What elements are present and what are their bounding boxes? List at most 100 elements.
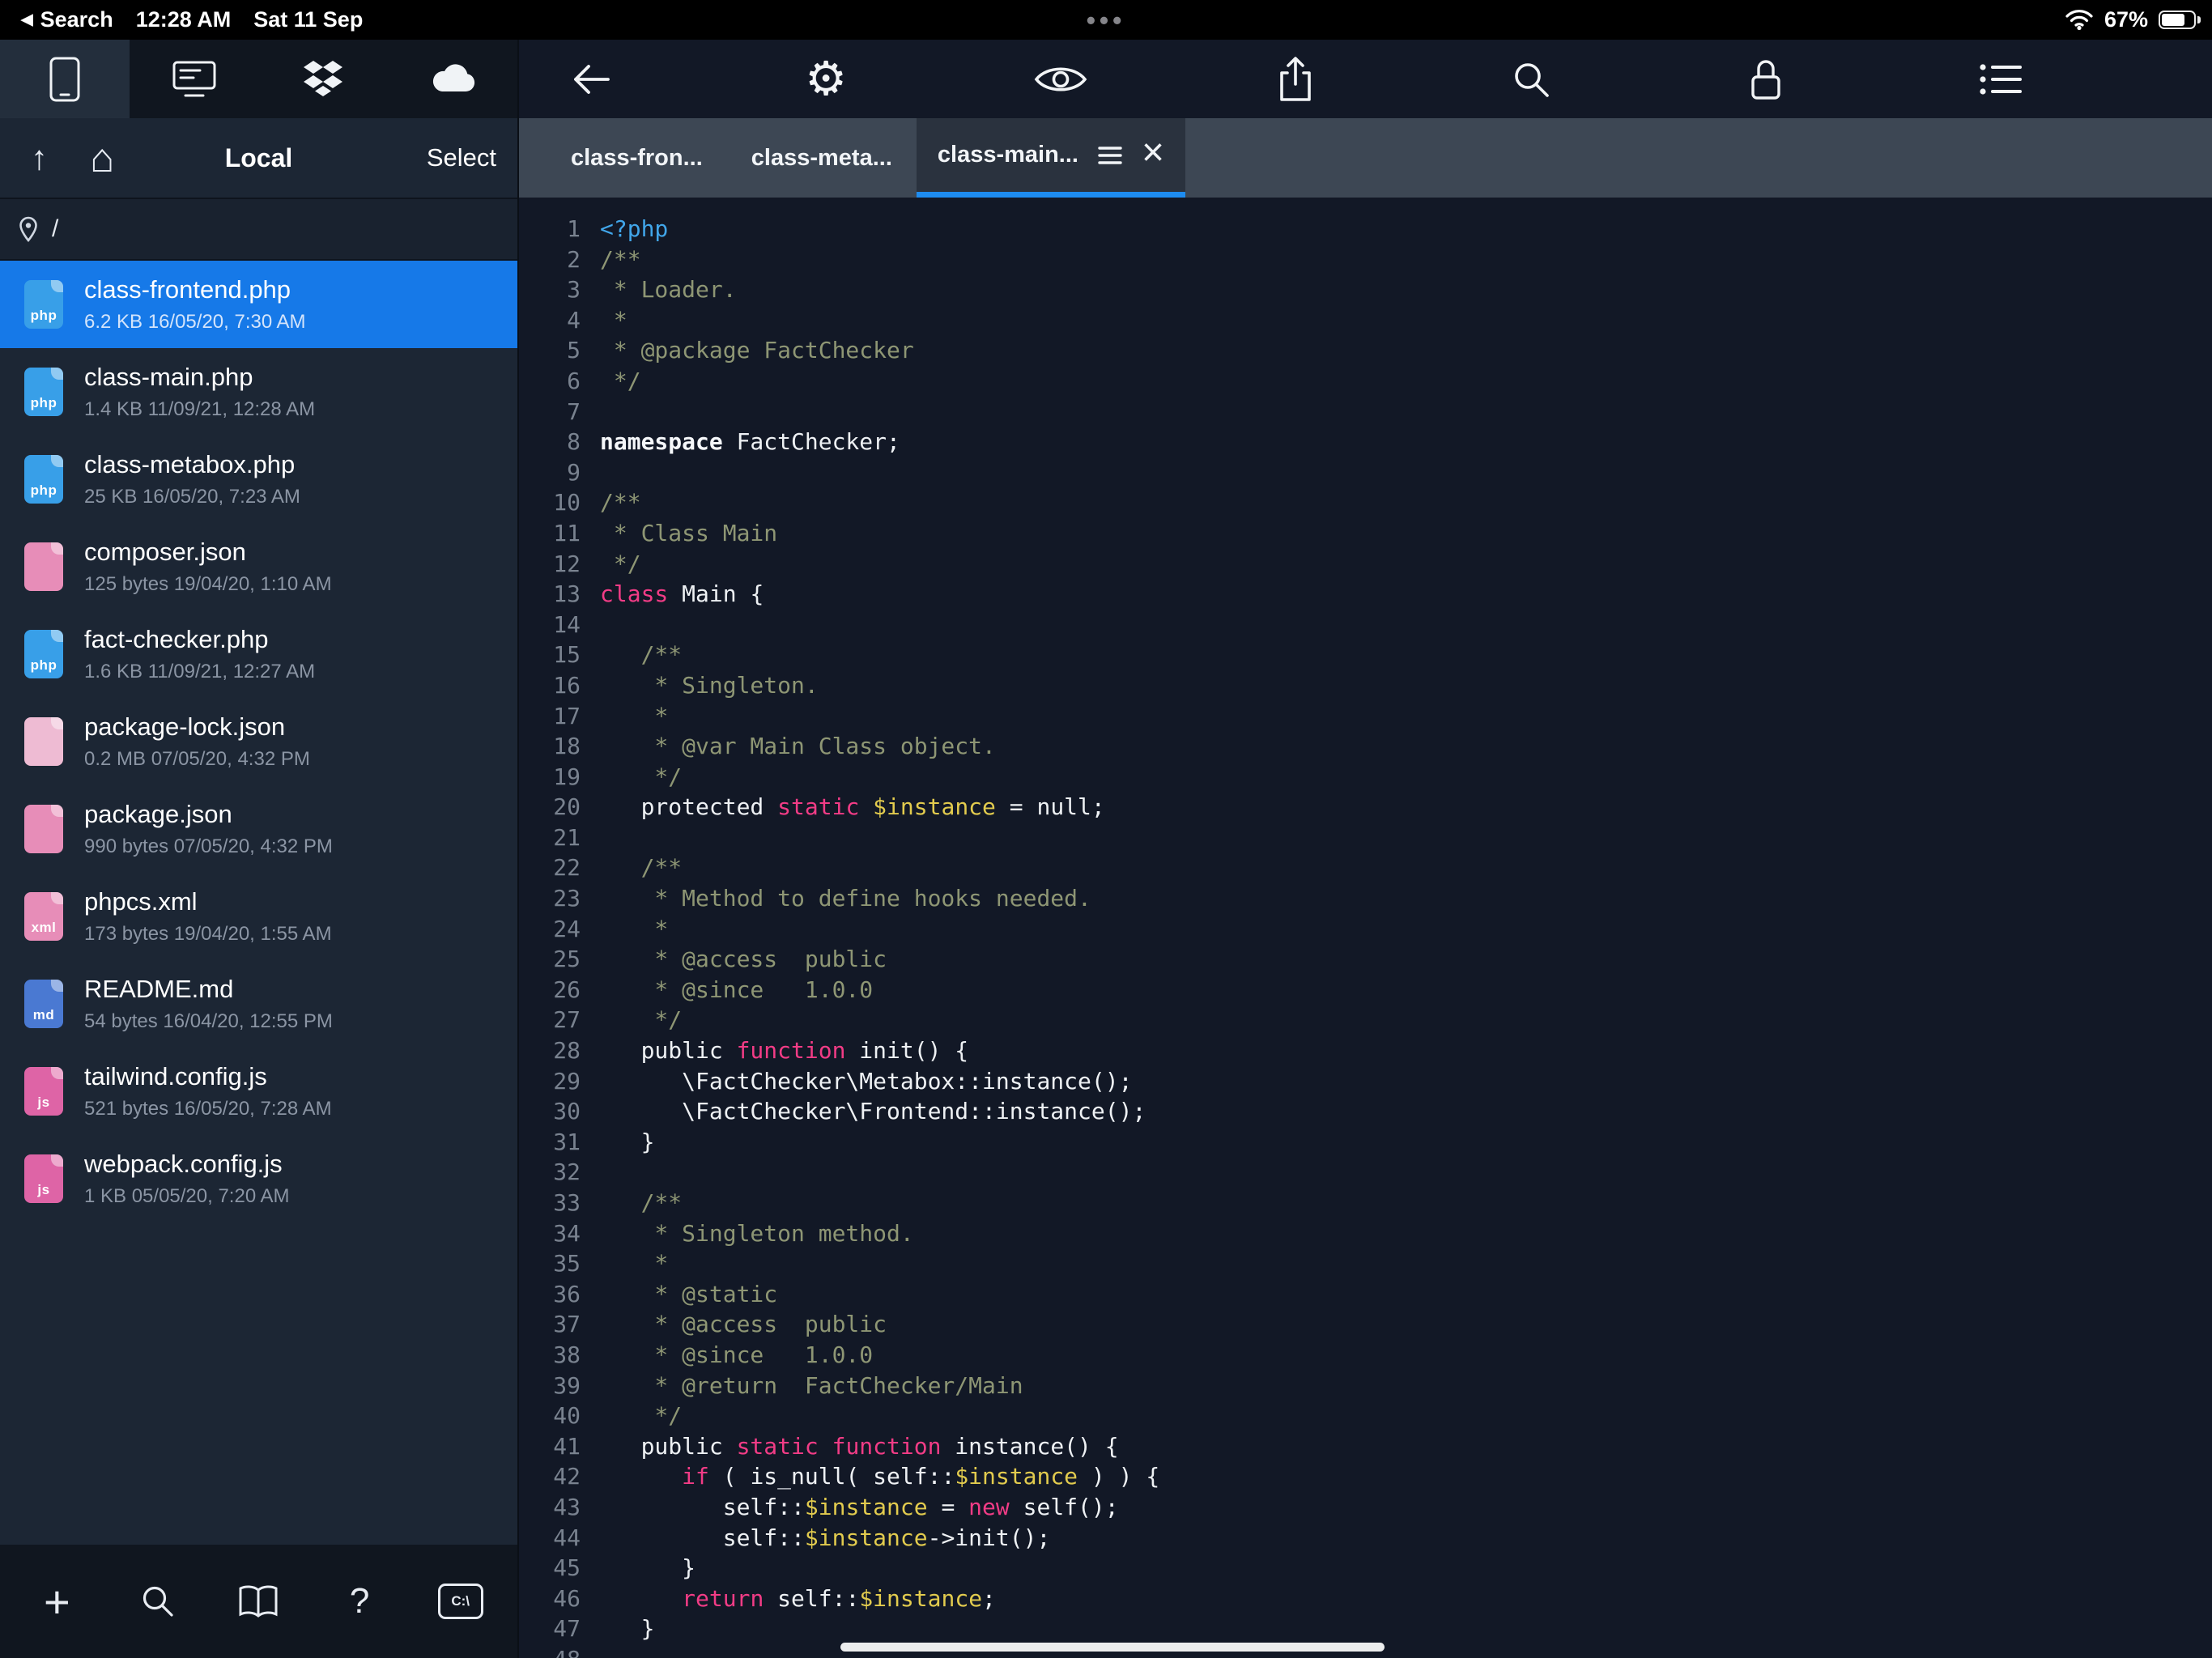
screen: ◀ Search 12:28 AM Sat 11 Sep ••• 67% bbox=[0, 0, 2212, 1658]
horizontal-scrollbar[interactable] bbox=[840, 1643, 1385, 1652]
search-files-button[interactable] bbox=[121, 1564, 195, 1639]
file-row[interactable]: xmlphpcs.xml173 bytes 19/04/20, 1:55 AM bbox=[0, 873, 517, 960]
file-name: package.json bbox=[84, 800, 333, 829]
source-tab-local[interactable] bbox=[0, 40, 130, 118]
settings-button[interactable]: ⚙ bbox=[799, 53, 853, 106]
code-line: 27 */ bbox=[519, 1005, 2212, 1035]
file-row[interactable]: phpclass-metabox.php25 KB 16/05/20, 7:23… bbox=[0, 436, 517, 523]
code-text: if ( is_null( self::$instance ) ) { bbox=[600, 1461, 1159, 1492]
file-type-badge: php bbox=[31, 483, 57, 499]
file-row[interactable]: php class-main.php1.4 KB 11/09/21, 12:28 … bbox=[0, 348, 517, 436]
line-number: 13 bbox=[519, 579, 600, 610]
code-text: */ bbox=[600, 762, 682, 793]
help-button[interactable]: ? bbox=[322, 1564, 397, 1639]
file-type-icon: php bbox=[24, 368, 63, 416]
tab-close-icon[interactable]: × bbox=[1142, 134, 1164, 172]
file-row[interactable]: phpclass-frontend.php6.2 KB 16/05/20, 7:… bbox=[0, 261, 517, 348]
file-row[interactable]: php fact-checker.php1.6 KB 11/09/21, 12:2… bbox=[0, 610, 517, 698]
file-row[interactable]: jstailwind.config.js521 bytes 16/05/20, … bbox=[0, 1048, 517, 1135]
up-directory-button[interactable]: ↑ bbox=[31, 141, 48, 175]
code-line: 21 bbox=[519, 823, 2212, 853]
code-line: 41 public static function instance() { bbox=[519, 1431, 2212, 1462]
code-lines: 1<?php2/**3 * Loader.4 *5 * @package Fac… bbox=[519, 214, 2212, 1658]
code-line: 18 * @var Main Class object. bbox=[519, 731, 2212, 762]
home-button[interactable]: ⌂ bbox=[90, 138, 114, 178]
tab-menu-icon[interactable] bbox=[1098, 145, 1122, 166]
clock: 12:28 AM bbox=[136, 7, 232, 32]
file-type-badge: php bbox=[31, 657, 57, 674]
bulleted-list-icon bbox=[1979, 62, 2023, 97]
code-line: 2/** bbox=[519, 244, 2212, 275]
reference-book-button[interactable] bbox=[221, 1564, 296, 1639]
tab-label: class-meta... bbox=[751, 145, 892, 172]
file-info: README.md54 bytes 16/04/20, 12:55 PM bbox=[84, 975, 333, 1033]
code-line: 24 * bbox=[519, 914, 2212, 945]
preview-button[interactable] bbox=[1034, 53, 1087, 106]
terminal-label: C:\ bbox=[451, 1593, 470, 1609]
code-text: * Singleton. bbox=[600, 670, 819, 701]
file-info: class-main.php1.4 KB 11/09/21, 12:28 AM bbox=[84, 363, 315, 421]
source-tab-remote[interactable] bbox=[130, 40, 259, 118]
back-to-app-indicator[interactable]: ◀ Search bbox=[21, 7, 113, 32]
file-info: webpack.config.js1 KB 05/05/20, 7:20 AM bbox=[84, 1150, 290, 1208]
file-name: README.md bbox=[84, 975, 333, 1004]
share-button[interactable] bbox=[1269, 53, 1322, 106]
source-tab-cloud[interactable] bbox=[388, 40, 517, 118]
multitask-dots-icon[interactable]: ••• bbox=[1087, 2, 1126, 38]
source-tab-dropbox[interactable] bbox=[259, 40, 389, 118]
terminal-button[interactable]: C:\ bbox=[423, 1564, 498, 1639]
tab-active[interactable]: class-main...× bbox=[917, 118, 1185, 198]
code-line: 9 bbox=[519, 457, 2212, 488]
code-line: 42 if ( is_null( self::$instance ) ) { bbox=[519, 1461, 2212, 1492]
file-name: class-frontend.php bbox=[84, 275, 306, 304]
tab[interactable]: class-fron... bbox=[547, 118, 727, 198]
line-number: 6 bbox=[519, 366, 600, 397]
file-type-icon: js bbox=[24, 1067, 63, 1116]
code-line: 25 * @access public bbox=[519, 944, 2212, 975]
code-line: 14 bbox=[519, 610, 2212, 640]
tab[interactable]: class-meta... bbox=[727, 118, 917, 198]
status-left: ◀ Search 12:28 AM Sat 11 Sep bbox=[21, 7, 363, 32]
code-line: 32 bbox=[519, 1157, 2212, 1188]
code-line: 28 public function init() { bbox=[519, 1035, 2212, 1066]
lock-button[interactable] bbox=[1739, 53, 1793, 106]
code-line: 19 */ bbox=[519, 762, 2212, 793]
file-type-badge: js bbox=[37, 1182, 49, 1198]
line-number: 11 bbox=[519, 518, 600, 549]
code-line: 11 * Class Main bbox=[519, 518, 2212, 549]
sidebar-title: Local bbox=[225, 143, 293, 173]
code-text: \FactChecker\Metabox::instance(); bbox=[600, 1066, 1132, 1097]
line-number: 24 bbox=[519, 914, 600, 945]
line-number: 20 bbox=[519, 792, 600, 823]
file-row[interactable]: package-lock.json0.2 MB 07/05/20, 4:32 P… bbox=[0, 698, 517, 785]
code-line: 20 protected static $instance = null; bbox=[519, 792, 2212, 823]
file-row[interactable]: package.json990 bytes 07/05/20, 4:32 PM bbox=[0, 785, 517, 873]
file-info: fact-checker.php1.6 KB 11/09/21, 12:27 A… bbox=[84, 625, 315, 683]
select-button[interactable]: Select bbox=[427, 143, 496, 172]
line-number: 22 bbox=[519, 852, 600, 883]
line-number: 26 bbox=[519, 975, 600, 1005]
back-button[interactable] bbox=[564, 53, 618, 106]
lock-icon bbox=[1746, 56, 1785, 103]
file-row[interactable]: md README.md54 bytes 16/04/20, 12:55 PM bbox=[0, 960, 517, 1048]
code-area[interactable]: 1<?php2/**3 * Loader.4 *5 * @package Fac… bbox=[519, 198, 2212, 1658]
symbol-list-button[interactable] bbox=[1974, 53, 2027, 106]
file-info: package.json990 bytes 07/05/20, 4:32 PM bbox=[84, 800, 333, 858]
cloud-icon bbox=[428, 62, 478, 96]
line-number: 1 bbox=[519, 214, 600, 244]
file-type-icon: md bbox=[24, 980, 63, 1028]
file-type-icon: php bbox=[24, 280, 63, 329]
line-number: 46 bbox=[519, 1584, 600, 1614]
battery-percent: 67% bbox=[2104, 7, 2148, 32]
battery-icon bbox=[2159, 11, 2196, 29]
line-number: 14 bbox=[519, 610, 600, 640]
file-meta: 1 KB 05/05/20, 7:20 AM bbox=[84, 1185, 290, 1208]
file-type-icon bbox=[24, 717, 63, 766]
terminal-icon: C:\ bbox=[438, 1584, 483, 1619]
add-file-button[interactable]: + bbox=[19, 1564, 94, 1639]
remote-server-icon bbox=[171, 59, 218, 100]
search-button[interactable] bbox=[1504, 53, 1558, 106]
file-row[interactable]: composer.json125 bytes 19/04/20, 1:10 AM bbox=[0, 523, 517, 610]
file-meta: 1.4 KB 11/09/21, 12:28 AM bbox=[84, 398, 315, 421]
file-row[interactable]: js webpack.config.js1 KB 05/05/20, 7:20 A… bbox=[0, 1135, 517, 1222]
